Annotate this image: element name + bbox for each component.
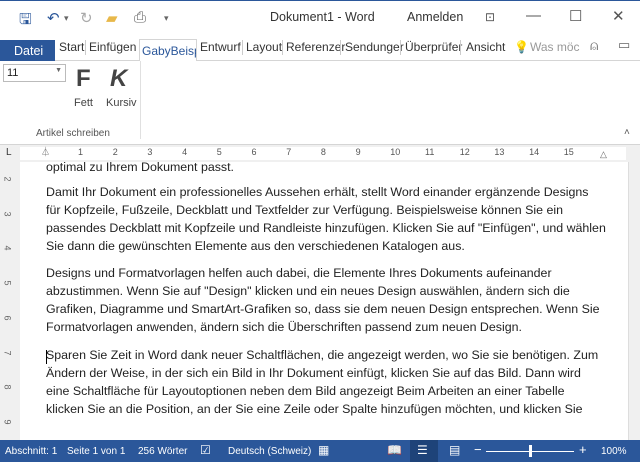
tab-sendungen[interactable]: Sendunger <box>345 40 404 54</box>
open-folder-icon[interactable]: ▰ <box>106 9 118 27</box>
share-user-icon[interactable]: ⍝ <box>590 37 598 54</box>
signin-link[interactable]: Anmelden <box>407 10 463 24</box>
language-indicator[interactable]: Deutsch (Schweiz) <box>228 446 311 457</box>
ruler-number: 2 <box>112 147 118 157</box>
document-line: eine Schaltfläche für Layoutoptionen neb… <box>46 384 565 398</box>
ruler-number: 7 <box>2 349 13 356</box>
document-line: Formatvorlagen anwenden, ändern sich die… <box>46 320 522 334</box>
ruler-number: 8 <box>2 384 13 390</box>
tab-gabybeispiel[interactable]: GabyBeispi <box>139 39 197 62</box>
tab-datei[interactable]: Datei <box>0 40 55 62</box>
ribbon: 11 ▼ F Fett K Kursiv Artikel schreiben ˄ <box>0 61 640 145</box>
tab-selector-icon[interactable]: L <box>6 147 12 158</box>
tab-layout[interactable]: Layout <box>246 40 282 54</box>
save-icon[interactable]: 🖫 <box>19 9 32 34</box>
ruler-number: 3 <box>147 147 153 157</box>
document-line: für Kopfzeile, Fußzeile, Deckblatt und T… <box>46 203 564 217</box>
tell-me-input[interactable]: Was möc <box>530 40 580 54</box>
ruler-number: 10 <box>390 147 401 157</box>
undo-icon[interactable]: ↶ <box>47 9 60 27</box>
vertical-scrollbar[interactable] <box>628 162 640 440</box>
tab-ansicht[interactable]: Ansicht <box>466 40 505 54</box>
vertical-ruler: 2 3 4 5 6 7 8 9 <box>0 162 20 440</box>
document-line: Designs und Formatvorlagen helfen auch d… <box>46 266 552 280</box>
text-cursor <box>46 350 47 364</box>
font-size-value: 11 <box>7 67 19 79</box>
ruler-number: 8 <box>320 147 326 157</box>
customize-icon[interactable]: ▾ <box>164 13 169 24</box>
print-layout-icon[interactable]: ☰ <box>417 443 428 457</box>
zoom-slider-thumb[interactable] <box>529 445 532 457</box>
print-preview-icon[interactable]: ⎙ <box>134 9 146 26</box>
document-page[interactable]: optimal zu Ihrem Dokument passt. Damit Ih… <box>20 162 628 440</box>
ruler-number: 9 <box>355 147 361 157</box>
ribbon-tabs: Datei Start Einfügen GabyBeispi Entwurf … <box>0 34 640 62</box>
tab-entwurf[interactable]: Entwurf <box>200 40 241 54</box>
tab-ueberpruefen[interactable]: Überprüfer <box>405 40 462 54</box>
bold-icon[interactable]: F <box>76 65 91 93</box>
document-line: abzustimmen. Wenn Sie auf "Design" klick… <box>46 284 570 298</box>
document-line: Damit Ihr Dokument ein professionelles A… <box>46 185 589 199</box>
document-line: Sie dann die gewünschten Elemente aus de… <box>46 239 465 253</box>
ruler-number: 9 <box>2 419 13 425</box>
document-line: klicken Sie an die Position, an der Sie … <box>46 402 583 416</box>
italic-icon[interactable]: K <box>110 65 127 93</box>
zoom-out-icon[interactable]: − <box>474 442 482 457</box>
ruler-number: 11 <box>425 147 435 157</box>
tab-einfuegen[interactable]: Einfügen <box>89 40 136 54</box>
document-line: Ändern der Weise, in der sich ein Bild i… <box>46 366 581 380</box>
chevron-down-icon: ▼ <box>55 67 62 74</box>
word-count[interactable]: 256 Wörter <box>138 446 187 457</box>
document-line: Sparen Sie Zeit in Word dank neuer Schal… <box>46 348 599 362</box>
bold-button-label[interactable]: Fett <box>74 97 93 109</box>
zoom-in-icon[interactable]: + <box>579 442 587 457</box>
document-line: passendes Deckblatt mit Kopfzeile und Ra… <box>46 221 606 235</box>
status-bar: Abschnitt: 1 Seite 1 von 1 256 Wörter ☑ … <box>0 440 640 462</box>
maximize-icon[interactable]: ☐ <box>569 7 582 25</box>
lightbulb-icon: 💡 <box>514 40 529 54</box>
section-indicator[interactable]: Abschnitt: 1 <box>5 446 57 457</box>
ruler-number: 3 <box>2 211 13 217</box>
indent-marker-icon[interactable]: ⏃ <box>41 145 50 158</box>
ruler-number: 2 <box>2 176 13 182</box>
right-indent-marker-icon[interactable]: △ <box>600 149 607 160</box>
ruler-number: 14 <box>529 147 540 157</box>
redo-icon[interactable]: ↻ <box>80 9 93 27</box>
collapse-ribbon-icon[interactable]: ˄ <box>624 127 630 138</box>
ruler-number: 15 <box>563 147 574 157</box>
italic-button-label[interactable]: Kursiv <box>106 97 137 109</box>
window-title: Dokument1 - Word <box>270 10 375 24</box>
group-divider <box>140 61 141 139</box>
ribbon-display-icon[interactable]: ⊡ <box>485 10 495 24</box>
comments-icon[interactable]: ▭ <box>618 37 630 53</box>
horizontal-ruler[interactable]: L 1 2 3 4 5 6 7 8 9 10 11 12 13 14 15 ⏃ △ <box>0 145 640 162</box>
zoom-level[interactable]: 100% <box>601 446 627 457</box>
tab-referenzen[interactable]: Referenzer <box>286 40 345 54</box>
close-icon[interactable]: ✕ <box>612 7 625 25</box>
undo-dropdown-icon[interactable]: ▾ <box>64 13 69 24</box>
ruler-number: 13 <box>494 147 505 157</box>
document-line: optimal zu Ihrem Dokument passt. <box>46 162 235 174</box>
read-mode-icon[interactable]: 📖 <box>387 443 402 457</box>
tab-start[interactable]: Start <box>59 40 84 54</box>
proofing-icon[interactable]: ☑ <box>200 443 211 457</box>
title-bar: 🖫 ↶ ▾ ↻ ▰ ⎙ ▾ Dokument1 - Word Anmelden … <box>0 0 640 34</box>
ruler-number: 12 <box>459 147 470 157</box>
document-line: Grafiken, Diagramme und SmartArt-Grafike… <box>46 302 600 316</box>
ruler-number: 4 <box>182 147 188 157</box>
ruler-number: 6 <box>2 315 13 321</box>
ruler-number: 4 <box>2 245 13 251</box>
minimize-icon[interactable]: — <box>526 7 541 24</box>
ruler-number: 6 <box>251 147 257 157</box>
ruler-number: 7 <box>286 147 292 157</box>
group-label: Artikel schreiben <box>36 128 110 139</box>
web-layout-icon[interactable]: ▤ <box>449 443 460 457</box>
macro-icon[interactable]: ▦ <box>318 443 329 457</box>
ruler-number: 1 <box>78 147 84 157</box>
page-indicator[interactable]: Seite 1 von 1 <box>67 446 125 457</box>
ruler-number: 5 <box>216 147 222 157</box>
ruler-number: 5 <box>2 280 13 286</box>
font-size-select[interactable]: 11 ▼ <box>3 64 66 82</box>
